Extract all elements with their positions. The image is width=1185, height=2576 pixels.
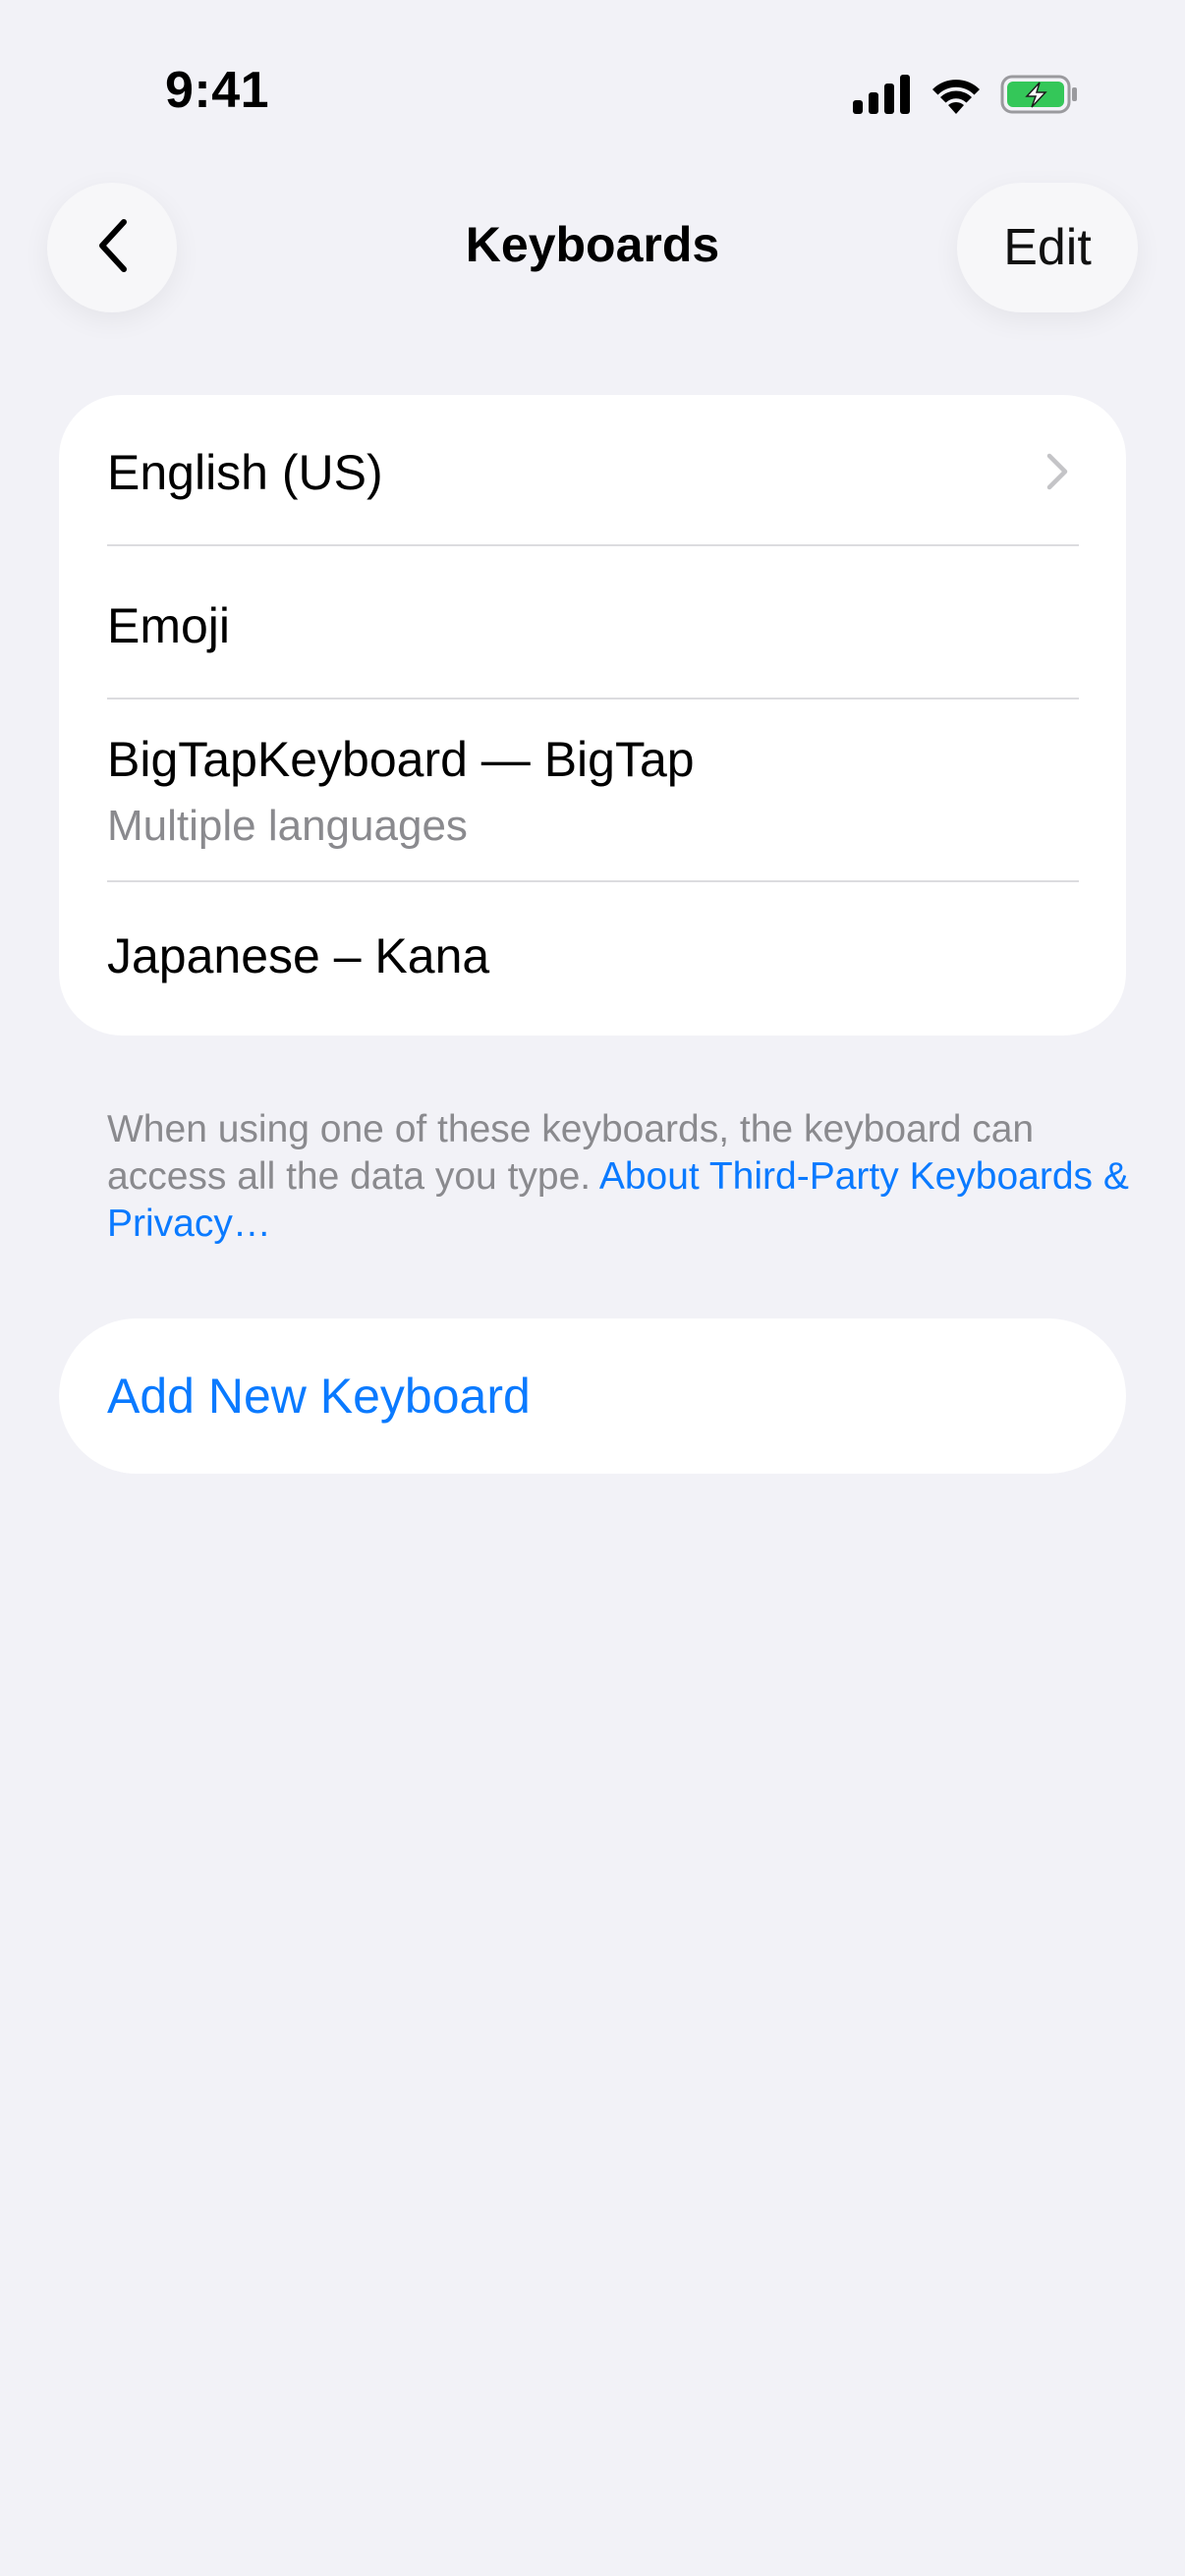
keyboard-row-japanese-kana[interactable]: Japanese – Kana <box>59 882 1126 1036</box>
keyboards-list: English (US) Emoji BigTapKeyboard — BigT… <box>59 395 1126 1036</box>
edit-button[interactable]: Edit <box>957 183 1138 312</box>
keyboard-sublabel: Multiple languages <box>107 802 468 850</box>
keyboard-label: English (US) <box>107 445 383 500</box>
add-new-keyboard-button[interactable]: Add New Keyboard <box>59 1318 1126 1474</box>
keyboard-row-bigtap[interactable]: BigTapKeyboard — BigTap Multiple languag… <box>59 700 1126 882</box>
chevron-right-icon <box>1045 452 1069 496</box>
status-icons <box>853 75 1079 114</box>
wifi-icon <box>930 75 983 114</box>
status-time: 9:41 <box>165 62 270 119</box>
keyboard-label: Japanese – Kana <box>107 928 490 983</box>
keyboard-label: BigTapKeyboard — BigTap <box>107 732 695 787</box>
status-bar: 9:41 <box>0 0 1185 177</box>
cellular-signal-icon <box>853 75 912 114</box>
add-new-keyboard-label: Add New Keyboard <box>107 1369 531 1424</box>
battery-charging-icon <box>1000 75 1079 114</box>
keyboard-row-emoji[interactable]: Emoji <box>59 546 1126 700</box>
privacy-note: When using one of these keyboards, the k… <box>107 1106 1158 1248</box>
keyboard-row-english-us[interactable]: English (US) <box>59 395 1126 546</box>
keyboard-label: Emoji <box>107 598 231 653</box>
